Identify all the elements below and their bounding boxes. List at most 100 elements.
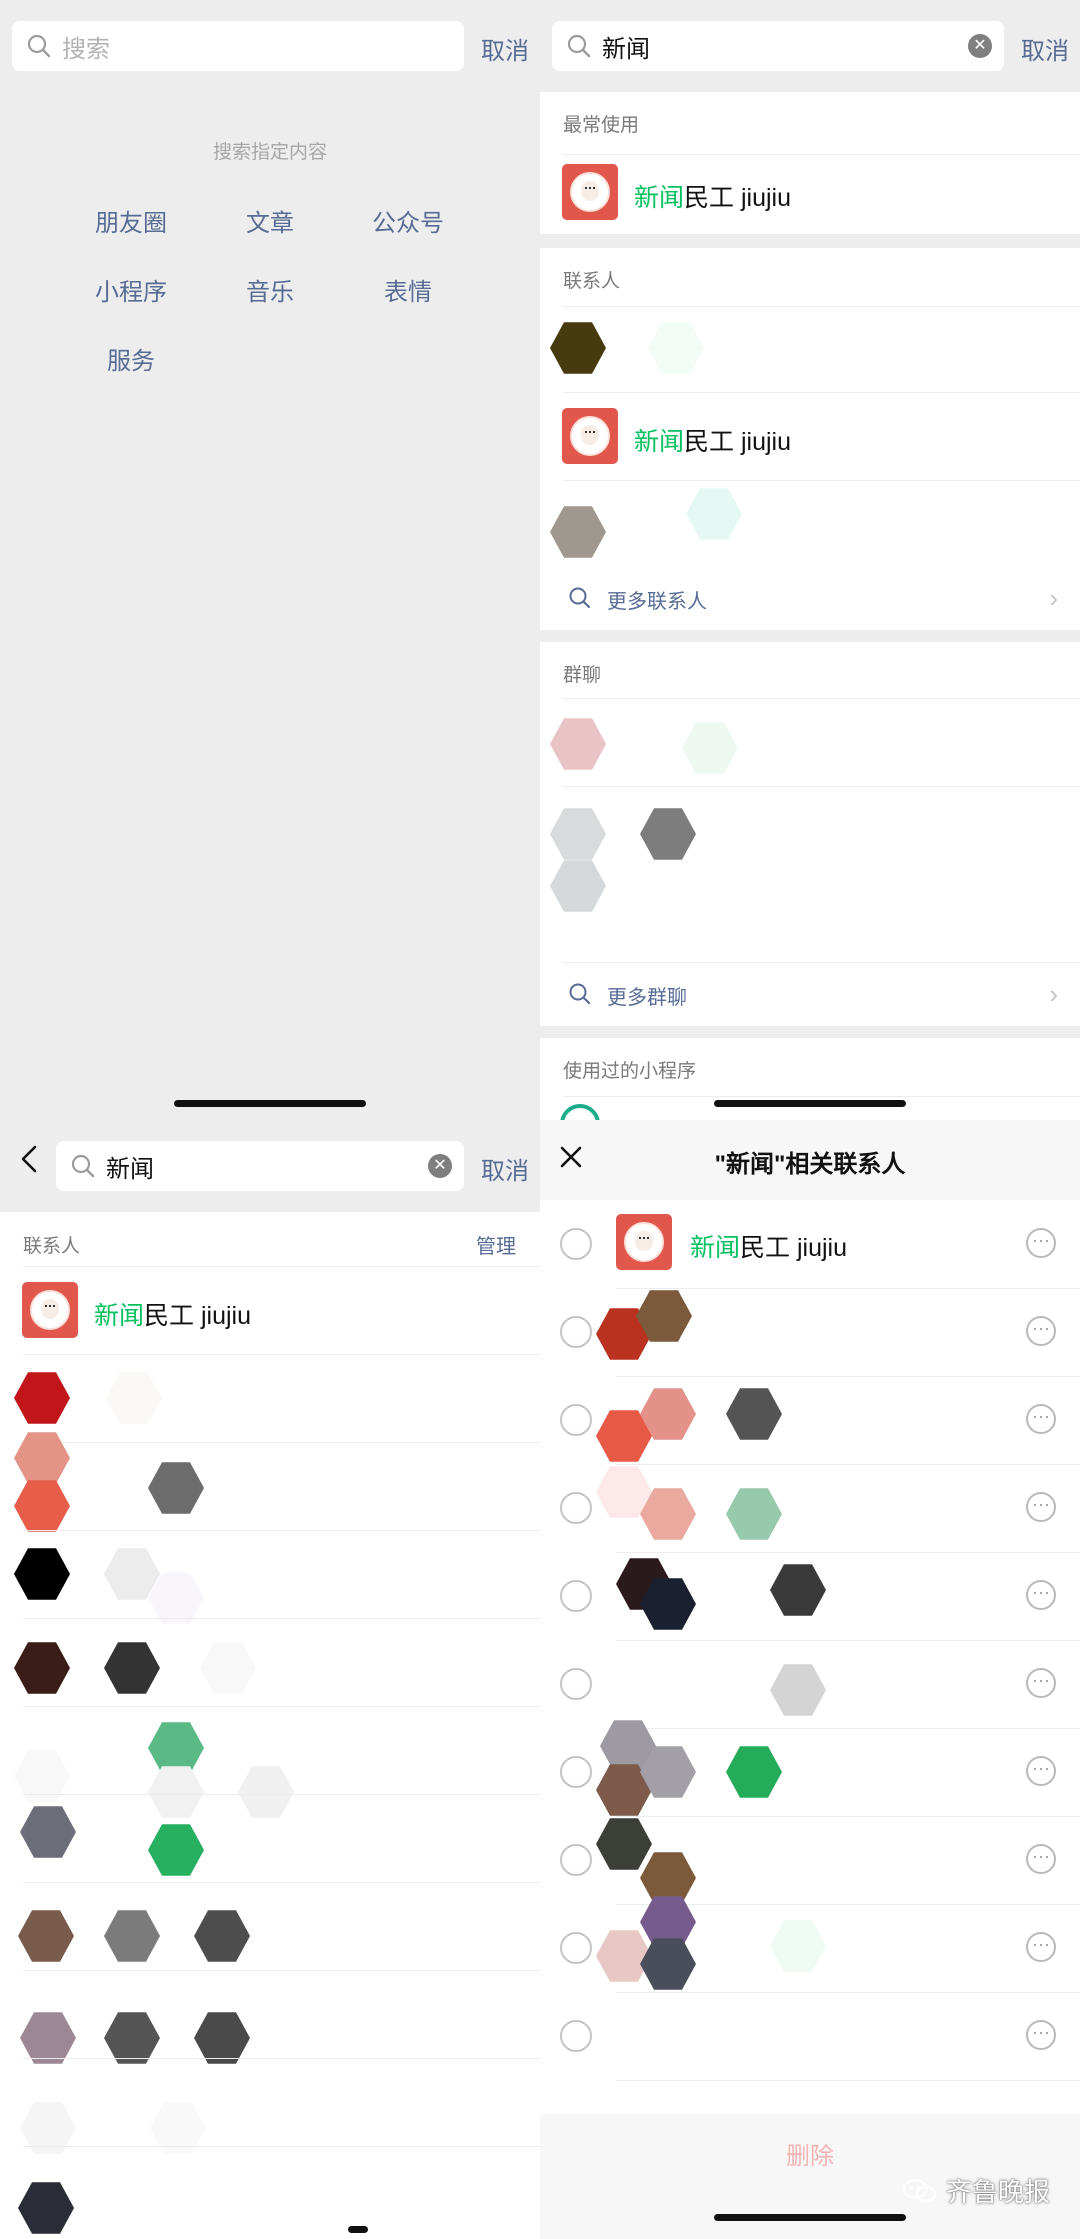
home-indicator (714, 1100, 906, 1107)
category-moments[interactable]: 朋友圈 (61, 203, 201, 238)
result-row[interactable]: 新闻民工 jiujiu (540, 392, 1080, 480)
avatar (550, 718, 606, 770)
more-icon[interactable]: ··· (1026, 1580, 1056, 1610)
more-groups-link[interactable]: 更多群聊 › (540, 964, 1080, 1026)
home-indicator (174, 1100, 366, 1107)
contact-name: 新闻民工 jiujiu (634, 184, 791, 212)
radio-icon[interactable] (560, 1668, 592, 1700)
category-services[interactable]: 服务 (61, 341, 201, 376)
avatar (596, 1818, 652, 1870)
manage-button[interactable]: 管理 (476, 1230, 516, 1259)
blur-mark (104, 1642, 160, 1694)
list-item[interactable] (0, 1354, 540, 1442)
mini-programs-section: 使用过的小程序 (540, 1038, 1080, 1120)
search-input[interactable]: 新闻 ✕ (56, 1141, 464, 1191)
avatar (550, 506, 606, 558)
category-articles[interactable]: 文章 (200, 203, 340, 238)
contact-row[interactable]: ··· (540, 1552, 1080, 1640)
list-item[interactable] (0, 1618, 540, 1706)
avatar (616, 1214, 672, 1270)
delete-button[interactable]: 删除 (540, 2136, 1080, 2171)
radio-icon[interactable] (560, 1580, 592, 1612)
contact-row[interactable]: ··· (540, 1640, 1080, 1728)
search-icon (70, 1153, 96, 1179)
contact-row[interactable]: ··· (540, 1288, 1080, 1376)
radio-icon[interactable] (560, 1756, 592, 1788)
search-home-panel: 搜索 取消 搜索指定内容 朋友圈 文章 公众号 小程序 音乐 表情 服务 (0, 0, 540, 1120)
category-official-accounts[interactable]: 公众号 (338, 203, 478, 238)
list-item[interactable] (540, 306, 1080, 392)
more-icon[interactable]: ··· (1026, 1668, 1056, 1698)
more-icon[interactable]: ··· (1026, 1316, 1056, 1346)
radio-icon[interactable] (560, 1316, 592, 1348)
result-row[interactable]: 新闻民工 jiujiu (0, 1266, 540, 1354)
more-icon[interactable]: ··· (1026, 1844, 1056, 1874)
blur-mark (194, 1910, 250, 1962)
list-item[interactable] (0, 1530, 540, 1624)
list-item[interactable] (540, 480, 1080, 566)
more-icon[interactable]: ··· (1026, 2020, 1056, 2050)
search-input[interactable]: 搜索 (12, 21, 464, 71)
category-music[interactable]: 音乐 (200, 272, 340, 307)
radio-icon[interactable] (560, 1404, 592, 1436)
radio-icon[interactable] (560, 1492, 592, 1524)
mini-program-icon[interactable] (560, 1104, 600, 1120)
section-title: 联系人 (23, 1236, 81, 1257)
watermark-text: 齐鲁晚报 (945, 2177, 1050, 2207)
blur-mark (686, 488, 742, 540)
cancel-button[interactable]: 取消 (481, 31, 529, 66)
clear-icon[interactable]: ✕ (968, 34, 992, 58)
avatar (14, 1642, 70, 1694)
list-item[interactable] (0, 2146, 540, 2234)
radio-icon[interactable] (560, 1844, 592, 1876)
contact-row[interactable]: 新闻民工 jiujiu ··· (540, 1200, 1080, 1288)
contacts-results-panel: 新闻 ✕ 取消 联系人 管理 新闻民工 jiujiu (0, 1120, 540, 2239)
avatar (550, 808, 606, 860)
search-results-panel: 新闻 ✕ 取消 最常使用 新闻民工 jiujiu 联系人 新闻民工 jiujiu (540, 0, 1080, 1120)
contact-row[interactable]: ··· (540, 1720, 1080, 1816)
contact-row[interactable]: ··· (540, 1464, 1080, 1552)
list-item[interactable] (0, 1432, 540, 1532)
category-stickers[interactable]: 表情 (338, 272, 478, 307)
more-icon[interactable]: ··· (1026, 1492, 1056, 1522)
list-item[interactable] (540, 698, 1080, 786)
avatar (14, 1372, 70, 1424)
contact-row[interactable]: ··· (540, 1376, 1080, 1464)
search-input[interactable]: 新闻 ✕ (552, 21, 1004, 71)
more-icon[interactable]: ··· (1026, 1756, 1056, 1786)
search-query: 新闻 (602, 35, 650, 63)
blur-mark (640, 1938, 696, 1990)
contact-name: 新闻民工 jiujiu (690, 1234, 847, 1262)
avatar (550, 322, 606, 374)
list-item[interactable] (0, 1970, 540, 2064)
more-icon[interactable]: ··· (1026, 1404, 1056, 1434)
more-icon[interactable]: ··· (1026, 1228, 1056, 1258)
more-icon[interactable]: ··· (1026, 1932, 1056, 1962)
avatar (770, 1664, 826, 1716)
cancel-button[interactable]: 取消 (481, 1151, 529, 1186)
contact-row[interactable]: ··· (540, 1896, 1080, 1992)
list-item[interactable] (0, 1882, 540, 1970)
blur-mark (770, 1564, 826, 1616)
back-icon[interactable] (18, 1142, 40, 1181)
contact-row[interactable]: ··· (540, 1992, 1080, 2080)
search-icon (568, 982, 592, 1011)
contact-row[interactable]: ··· (540, 1816, 1080, 1904)
more-contacts-link[interactable]: 更多联系人 › (540, 568, 1080, 630)
result-row[interactable]: 新闻民工 jiujiu (540, 154, 1080, 234)
blur-mark (14, 1480, 70, 1532)
clear-icon[interactable]: ✕ (428, 1154, 452, 1178)
radio-icon[interactable] (560, 2020, 592, 2052)
home-indicator (714, 2214, 906, 2221)
list-item[interactable] (0, 1794, 540, 1882)
chevron-right-icon: › (1049, 583, 1058, 613)
radio-icon[interactable] (560, 1228, 592, 1260)
blur-mark (648, 322, 704, 374)
list-item[interactable] (0, 2058, 540, 2154)
category-mini-programs[interactable]: 小程序 (61, 272, 201, 307)
radio-icon[interactable] (560, 1932, 592, 1964)
cancel-button[interactable]: 取消 (1021, 31, 1069, 66)
blur-mark (770, 1920, 826, 1972)
list-item[interactable] (0, 1706, 540, 1818)
list-item[interactable] (540, 786, 1080, 912)
